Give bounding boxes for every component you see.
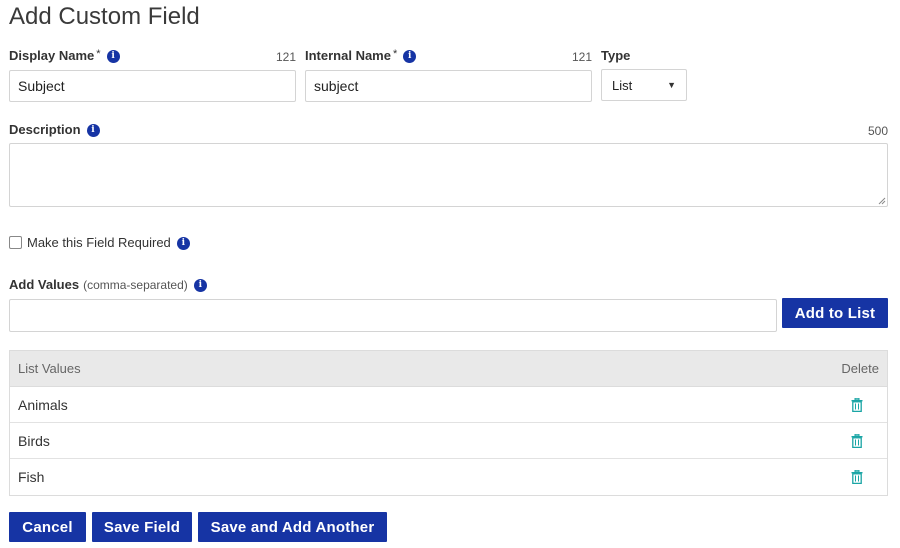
add-values-hint: (comma-separated) <box>83 278 188 292</box>
description-label: Description i <box>9 122 100 138</box>
display-name-counter: 121 <box>275 50 296 64</box>
description-counter: 500 <box>867 124 888 138</box>
table-header: List Values Delete <box>10 351 887 387</box>
add-to-list-button[interactable]: Add to List <box>782 298 888 328</box>
column-header-list-values: List Values <box>18 361 81 376</box>
internal-name-input[interactable] <box>305 70 592 102</box>
internal-name-counter: 121 <box>571 50 592 64</box>
column-header-delete: Delete <box>841 361 879 376</box>
type-selected-value: List <box>612 77 633 93</box>
table-row: Fish <box>10 459 887 495</box>
description-textarea[interactable] <box>9 143 888 207</box>
table-row: Birds <box>10 423 887 459</box>
info-icon[interactable]: i <box>403 49 417 63</box>
save-and-add-another-button[interactable]: Save and Add Another <box>198 512 387 542</box>
required-checkbox-label[interactable]: Make this Field Required i <box>27 235 190 251</box>
display-name-label: Display Name * i <box>9 48 120 64</box>
trash-icon <box>851 470 863 484</box>
type-select[interactable]: List ▼ <box>601 69 687 101</box>
table-row: Animals <box>10 387 887 423</box>
list-values-table: List Values Delete Animals Birds Fish <box>9 350 888 496</box>
internal-name-label: Internal Name * i <box>305 48 417 64</box>
add-values-label: Add Values (comma-separated) i <box>9 277 207 293</box>
resize-grip-icon[interactable] <box>878 197 886 205</box>
display-name-input[interactable] <box>9 70 296 102</box>
list-value-text: Animals <box>18 396 68 413</box>
add-values-input[interactable] <box>9 299 777 332</box>
cancel-button[interactable]: Cancel <box>9 512 86 542</box>
save-field-button[interactable]: Save Field <box>92 512 192 542</box>
type-label: Type <box>601 48 631 63</box>
list-value-text: Birds <box>18 432 50 449</box>
caret-down-icon: ▼ <box>667 80 676 90</box>
info-icon[interactable]: i <box>176 236 190 250</box>
info-icon[interactable]: i <box>86 123 100 137</box>
page-title: Add Custom Field <box>9 3 200 30</box>
required-checkbox[interactable] <box>9 236 22 249</box>
info-icon[interactable]: i <box>193 278 207 292</box>
info-icon[interactable]: i <box>106 49 120 63</box>
delete-button[interactable] <box>839 397 879 412</box>
delete-button[interactable] <box>839 470 879 484</box>
delete-button[interactable] <box>839 433 879 448</box>
list-value-text: Fish <box>18 469 45 485</box>
trash-icon <box>851 433 863 448</box>
trash-icon <box>851 397 863 412</box>
